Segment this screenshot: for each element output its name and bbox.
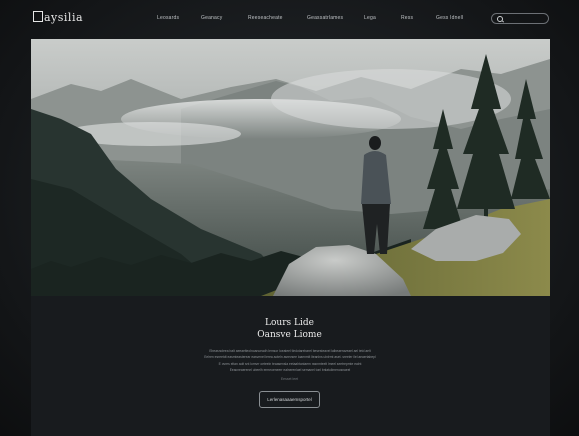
cta-button-label: Lerlenasaaaemsportel <box>267 397 312 402</box>
cta-button[interactable]: Lerlenasaaaemsportel <box>259 391 320 408</box>
content-panel <box>31 296 550 436</box>
section-title-line-1: Lours Lide <box>265 318 314 328</box>
nav-item-7[interactable]: Gess Idnell <box>436 15 463 21</box>
top-navigation: aysilia Leosards Geanacy Reeseacheate Ge… <box>0 0 579 38</box>
nav-item-6[interactable]: Ress <box>401 15 413 21</box>
nav-item-3[interactable]: Reeseacheate <box>248 15 283 21</box>
logo-text: aysilia <box>44 11 84 24</box>
search-icon <box>497 16 503 22</box>
logo-mark-icon <box>33 11 43 22</box>
nav-item-1[interactable]: Leosards <box>157 15 179 21</box>
body-text-line: Eelren esreetdt easmteasterear easvenel … <box>204 355 376 359</box>
secondary-link[interactable]: Eesset leet <box>0 377 579 381</box>
nav-item-5[interactable]: Lega <box>364 15 376 21</box>
body-text-line: Ebeasnoleea balt aeeaelteolnoanueadh lem… <box>209 349 371 353</box>
body-text-line: E ovres eltan aolt snt lomvrr oeteeln te… <box>218 362 362 366</box>
search-input[interactable] <box>491 13 549 24</box>
section-title-line-2: Oansve Liome <box>257 330 322 340</box>
mountain-landscape-illustration <box>31 39 550 296</box>
nav-item-4[interactable]: Geassatrlames <box>307 15 343 21</box>
hero-image <box>31 39 550 296</box>
body-text-line: Eeacneaerenel ubeelh ermeoeneerr ealnere… <box>229 368 351 372</box>
nav-item-2[interactable]: Geanacy <box>201 15 222 21</box>
site-logo[interactable]: aysilia <box>33 11 83 24</box>
